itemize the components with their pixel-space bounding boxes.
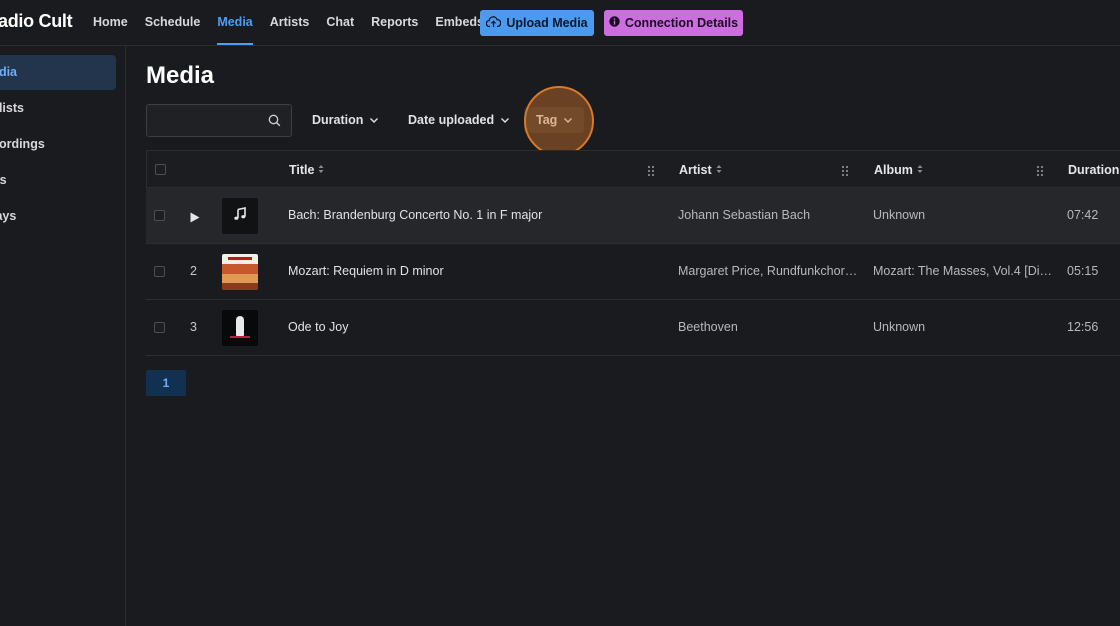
track-album: Unknown (873, 208, 926, 222)
column-drag-handle-icon[interactable] (1036, 164, 1044, 182)
track-album: Mozart: The Masses, Vol.4 [Dis… (873, 264, 1053, 278)
upload-media-button[interactable]: Upload Media (480, 10, 594, 36)
sidebar-item-recordings[interactable]: cordings (0, 127, 116, 162)
nav-media[interactable]: Media (217, 0, 254, 45)
chevron-down-icon (369, 107, 379, 133)
row-number: 2 (190, 264, 197, 278)
column-drag-handle-icon[interactable] (841, 164, 849, 182)
top-navbar: adio Cult Home Schedule Media Artists Ch… (0, 0, 1120, 46)
duration-filter[interactable]: Duration (312, 107, 379, 133)
select-all-checkbox[interactable] (155, 164, 166, 175)
sidebar: edia ylists cordings gs lays (0, 46, 126, 626)
nav-home[interactable]: Home (93, 0, 128, 45)
column-artist-label: Artist (679, 163, 712, 177)
track-album: Unknown (873, 320, 926, 334)
info-icon (609, 16, 620, 30)
nav-chat[interactable]: Chat (326, 0, 354, 45)
track-artwork (222, 198, 258, 234)
column-header-title[interactable]: Title (289, 151, 324, 189)
track-duration: 07:42 (1067, 208, 1099, 222)
connection-details-label: Connection Details (624, 16, 739, 30)
sidebar-item-playdays[interactable]: lays (0, 199, 116, 234)
date-uploaded-filter-label: Date uploaded (408, 113, 495, 127)
table-row[interactable]: Bach: Brandenburg Concerto No. 1 in F ma… (146, 188, 1120, 244)
app-logo[interactable]: adio Cult (0, 11, 73, 32)
connection-details-button[interactable]: Connection Details (604, 10, 743, 36)
media-table: Title Artist Album Duration Bach: Brande… (146, 150, 1120, 356)
cloud-upload-icon (486, 15, 502, 31)
chevron-down-icon (563, 107, 573, 133)
play-icon[interactable] (190, 210, 200, 228)
music-note-icon (233, 206, 247, 226)
sidebar-item-playlists[interactable]: ylists (0, 91, 116, 126)
nav-artists[interactable]: Artists (270, 0, 310, 45)
main-nav: Home Schedule Media Artists Chat Reports… (93, 0, 501, 45)
search-icon[interactable] (268, 114, 281, 132)
column-title-label: Title (289, 163, 315, 177)
pagination-page-1[interactable]: 1 (146, 370, 186, 396)
row-checkbox[interactable] (154, 322, 165, 333)
duration-filter-label: Duration (312, 113, 364, 127)
date-uploaded-filter[interactable]: Date uploaded (408, 107, 510, 133)
nav-embeds[interactable]: Embeds (435, 0, 484, 45)
tag-filter[interactable]: Tag (524, 107, 584, 133)
sort-icon[interactable] (917, 151, 923, 189)
row-checkbox[interactable] (154, 266, 165, 277)
sort-icon[interactable] (716, 151, 722, 189)
track-duration: 12:56 (1067, 320, 1099, 334)
chevron-down-icon (500, 107, 510, 133)
column-album-label: Album (874, 163, 913, 177)
track-artwork (222, 254, 258, 290)
sidebar-item-tags[interactable]: gs (0, 163, 116, 198)
track-artist: Margaret Price, Rundfunkchor… (678, 264, 858, 278)
track-artist: Beethoven (678, 320, 738, 334)
tag-filter-label: Tag (536, 113, 558, 127)
table-row[interactable]: 3 Ode to Joy Beethoven Unknown 12:56 (146, 300, 1120, 356)
table-header: Title Artist Album Duration (146, 150, 1120, 188)
track-duration: 05:15 (1067, 264, 1099, 278)
page-title: Media (146, 62, 215, 89)
track-title[interactable]: Ode to Joy (288, 300, 658, 355)
track-title[interactable]: Mozart: Requiem in D minor (288, 244, 658, 299)
column-duration-label: Duration (1068, 163, 1120, 177)
nav-reports[interactable]: Reports (371, 0, 418, 45)
nav-schedule[interactable]: Schedule (145, 0, 201, 45)
column-header-album[interactable]: Album (874, 151, 923, 189)
search-box (146, 104, 292, 137)
row-number: 3 (190, 320, 197, 334)
upload-media-label: Upload Media (506, 16, 588, 30)
track-artwork (222, 310, 258, 346)
column-header-duration[interactable]: Duration (1068, 151, 1119, 189)
search-input[interactable] (153, 111, 267, 132)
sort-icon[interactable] (318, 151, 324, 189)
table-row[interactable]: 2 Mozart: Requiem in D minor Margaret Pr… (146, 244, 1120, 300)
row-checkbox[interactable] (154, 210, 165, 221)
track-artist: Johann Sebastian Bach (678, 208, 811, 222)
column-header-artist[interactable]: Artist (679, 151, 722, 189)
track-title[interactable]: Bach: Brandenburg Concerto No. 1 in F ma… (288, 188, 658, 243)
column-drag-handle-icon[interactable] (647, 164, 655, 182)
sidebar-item-media[interactable]: edia (0, 55, 116, 90)
